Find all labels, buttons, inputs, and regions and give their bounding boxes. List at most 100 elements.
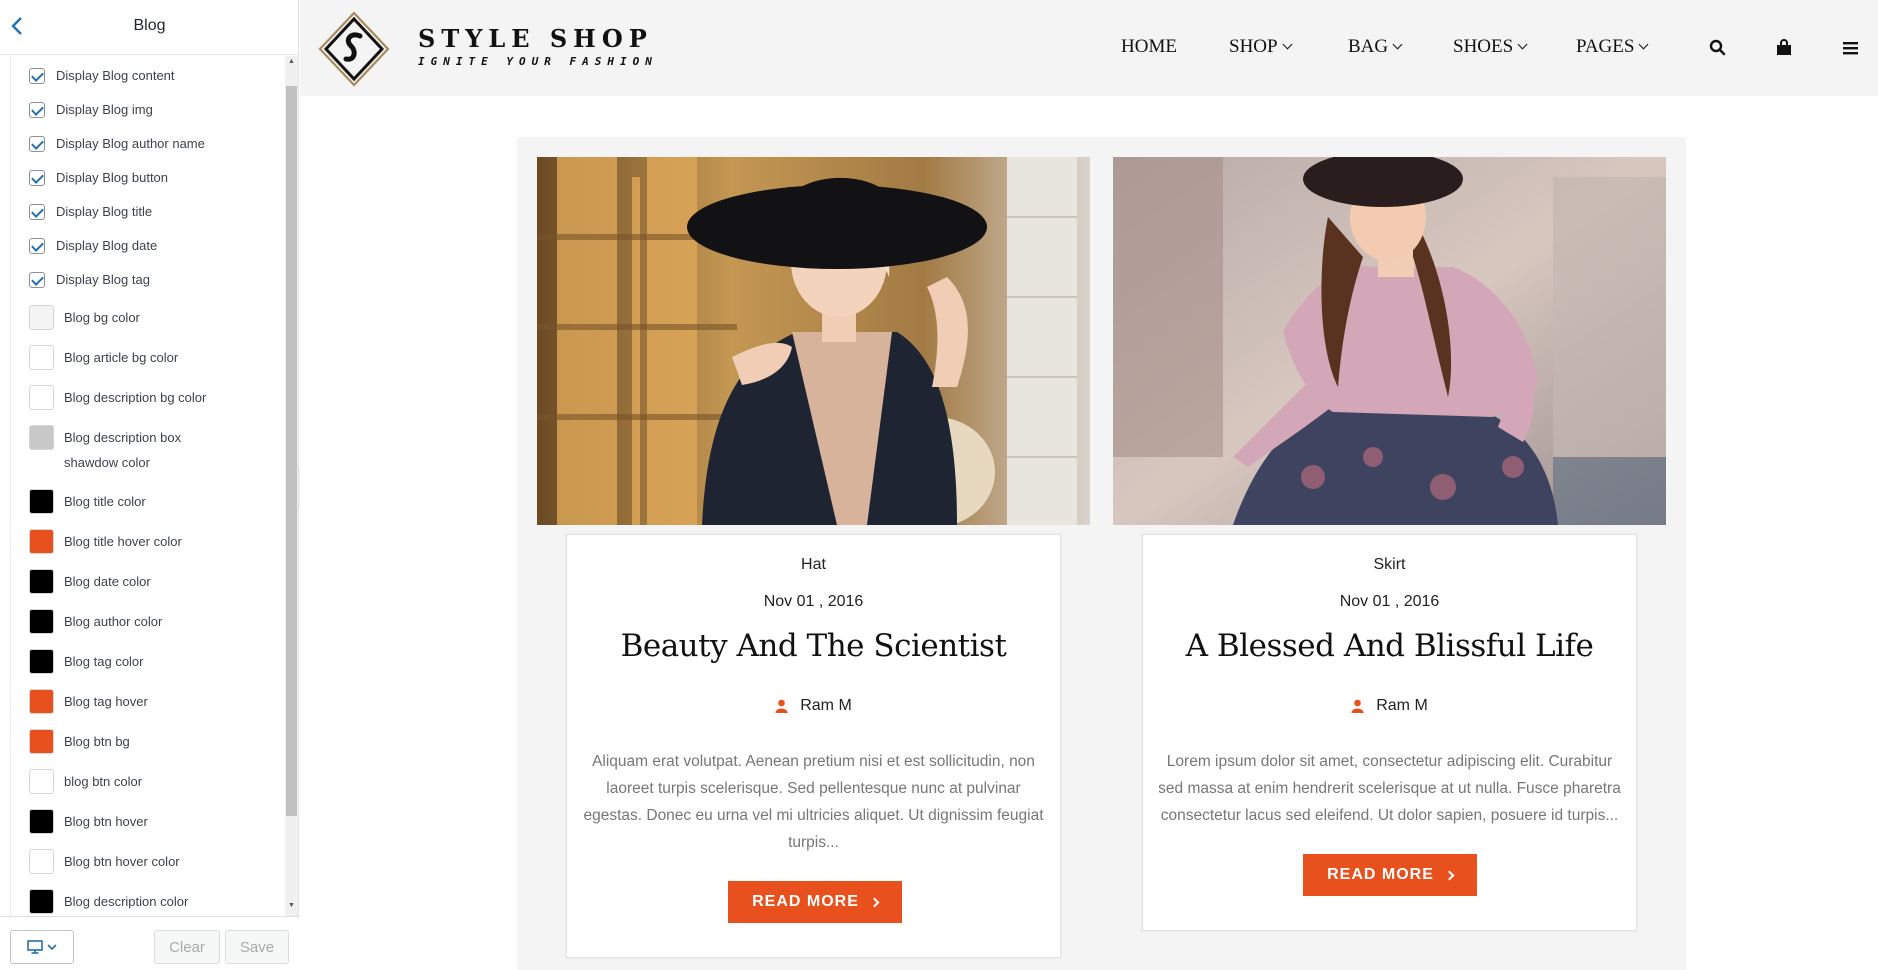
option-label: Blog title hover color [64,534,182,549]
device-preview-button[interactable] [10,930,74,964]
color-swatch[interactable] [29,649,54,674]
option-blog-article-bg-color[interactable]: Blog article bg color [29,345,178,370]
chevron-down-icon [1517,39,1528,50]
read-more-button[interactable]: READ MORE [728,881,902,923]
post-title[interactable]: A Blessed And Blissful Life [1143,628,1636,664]
checkbox[interactable] [29,204,45,220]
nav-label: SHOP [1229,36,1278,57]
option-display-blog-title[interactable]: Display Blog title [29,204,152,220]
scroll-down-arrow-icon[interactable]: ▼ [286,902,297,910]
color-swatch[interactable] [29,849,54,874]
site-header: STYLE SHOP IGNITE YOUR FASHION HOME SHOP… [300,0,1878,96]
post-image-skirt[interactable] [1113,157,1666,525]
color-swatch[interactable] [29,305,54,330]
site-preview: STYLE SHOP IGNITE YOUR FASHION HOME SHOP… [300,0,1878,970]
user-icon [1351,699,1364,713]
nav-item-shoes[interactable]: SHOES [1453,36,1528,58]
option-blog-author-color[interactable]: Blog author color [29,609,162,634]
nav-item-home[interactable]: HOME [1121,36,1177,58]
bag-icon[interactable] [1774,38,1794,58]
option-blog-title-color[interactable]: Blog title color [29,489,146,514]
color-swatch[interactable] [29,385,54,410]
color-swatch[interactable] [29,769,54,794]
color-swatch[interactable] [29,609,54,634]
option-display-blog-date[interactable]: Display Blog date [29,238,157,254]
option-blog-btn-hover[interactable]: Blog btn hover [29,809,148,834]
color-swatch[interactable] [29,809,54,834]
option-blog-description-bg-color[interactable]: Blog description bg color [29,385,206,410]
nav-item-pages[interactable]: PAGES [1576,36,1649,58]
option-label: Blog article bg color [64,350,179,365]
color-swatch[interactable] [29,689,54,714]
option-blog-btn-hover-color[interactable]: Blog btn hover color [29,849,180,874]
clear-button[interactable]: Clear [154,930,220,964]
scroll-up-arrow-icon[interactable]: ▲ [286,58,297,66]
option-display-blog-button[interactable]: Display Blog button [29,170,168,186]
read-more-button[interactable]: READ MORE [1303,854,1477,896]
color-swatch[interactable] [29,345,54,370]
color-swatch[interactable] [29,425,54,450]
color-swatch[interactable] [29,529,54,554]
option-label: Blog date color [64,574,151,589]
option-blog-tag-hover[interactable]: Blog tag hover [29,689,148,714]
checkbox[interactable] [29,102,45,118]
chevron-right-icon [1444,870,1455,880]
color-swatch[interactable] [29,489,54,514]
option-label: Blog btn bg [64,734,130,749]
option-blog-description-box-shadow-color[interactable]: Blog description box shawdow color [29,425,181,475]
scrollbar-thumb[interactable] [286,86,297,816]
post-title[interactable]: Beauty And The Scientist [567,628,1060,664]
option-blog-date-color[interactable]: Blog date color [29,569,151,594]
nav-label: PAGES [1576,36,1635,57]
checkbox[interactable] [29,170,45,186]
option-label: Blog description box shawdow color [64,425,181,475]
panel-options: Display Blog content Display Blog img Di… [10,56,273,916]
menu-icon[interactable] [1841,38,1861,58]
option-display-blog-content[interactable]: Display Blog content [29,68,175,84]
option-blog-tag-color[interactable]: Blog tag color [29,649,144,674]
checkbox[interactable] [29,68,45,84]
chevron-right-icon [869,897,880,907]
option-display-blog-img[interactable]: Display Blog img [29,102,153,118]
panel-header: Blog [0,0,299,55]
option-label: Blog description color [64,894,189,909]
nav-label: HOME [1121,36,1177,57]
panel-footer: Clear Save [0,916,299,970]
checkbox[interactable] [29,136,45,152]
option-label-line2: shawdow color [64,455,150,470]
option-blog-bg-color[interactable]: Blog bg color [29,305,140,330]
option-label: Blog bg color [64,310,140,325]
option-display-blog-tag[interactable]: Display Blog tag [29,272,150,288]
post-card-1: Hat Nov 01 , 2016 Beauty And The Scienti… [566,534,1061,958]
option-blog-description-color[interactable]: Blog description color [29,889,188,914]
checkbox[interactable] [29,238,45,254]
option-blog-btn-color[interactable]: blog btn color [29,769,142,794]
save-button[interactable]: Save [225,930,289,964]
color-swatch[interactable] [29,729,54,754]
post-tag[interactable]: Hat [567,556,1060,574]
option-label: Display Blog date [56,238,158,253]
post-card-2: Skirt Nov 01 , 2016 A Blessed And Blissf… [1142,534,1637,931]
post-author: Ram M [1143,697,1636,715]
option-label: Display Blog content [56,68,175,83]
post-photo [537,157,1090,525]
option-label: Display Blog button [56,170,169,185]
color-swatch[interactable] [29,889,54,914]
color-swatch[interactable] [29,569,54,594]
option-label: Display Blog title [56,204,153,219]
option-display-blog-author[interactable]: Display Blog author name [29,136,205,152]
post-description: Aliquam erat volutpat. Aenean pretium ni… [583,753,1044,851]
option-label-line1: Blog description box [64,430,182,445]
nav-item-shop[interactable]: SHOP [1229,36,1293,58]
option-blog-btn-bg[interactable]: Blog btn bg [29,729,130,754]
post-tag[interactable]: Skirt [1143,556,1636,574]
option-label: Blog btn hover [64,814,148,829]
search-icon[interactable] [1708,38,1728,58]
option-label: Blog tag color [64,654,144,669]
checkbox[interactable] [29,272,45,288]
nav-label: BAG [1348,36,1389,57]
chevron-down-icon [1282,39,1293,50]
option-blog-title-hover-color[interactable]: Blog title hover color [29,529,182,554]
nav-item-bag[interactable]: BAG [1348,36,1403,58]
post-image-hat[interactable] [537,157,1090,525]
